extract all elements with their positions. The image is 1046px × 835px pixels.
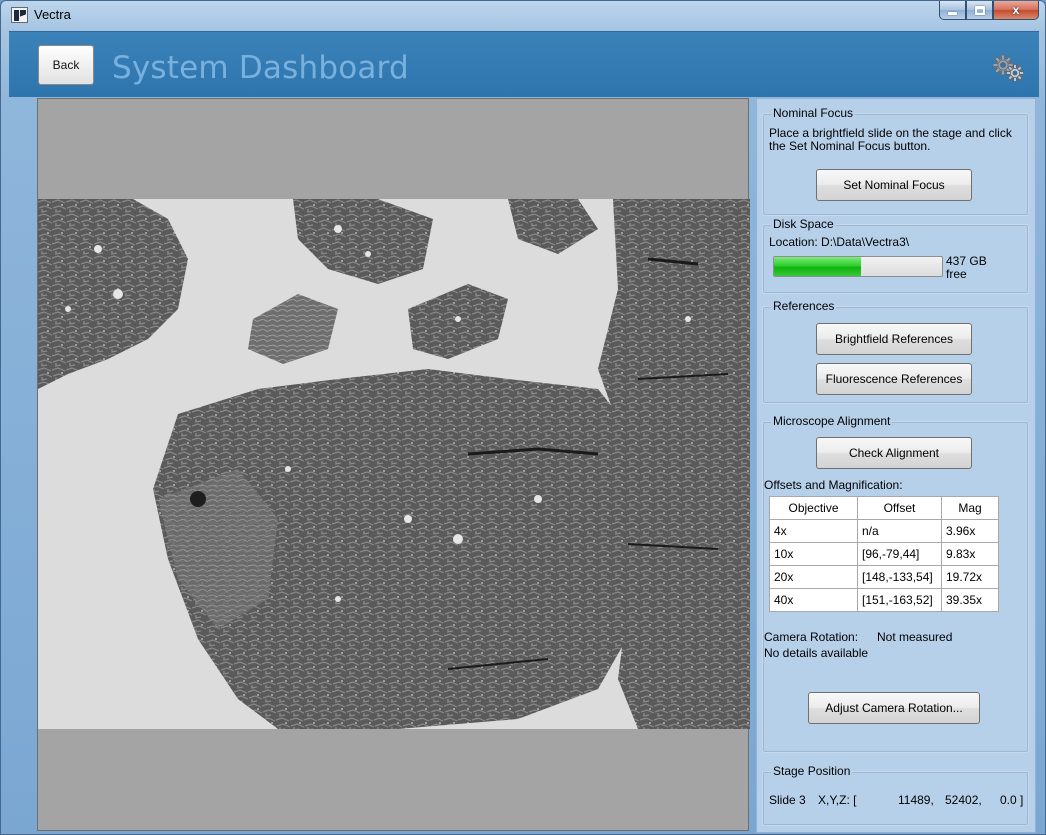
control-panel: Nominal Focus Place a brightfield slide … [756,98,1036,833]
minimize-button[interactable] [939,1,966,20]
nominal-focus-legend: Nominal Focus [771,106,856,120]
table-row[interactable]: 40x [151,-163,52] 39.35x [769,588,999,612]
maximize-button[interactable] [966,1,993,20]
disk-usage-bar [773,256,943,277]
brightfield-references-button[interactable]: Brightfield References [816,323,972,355]
image-viewer[interactable] [37,98,750,831]
stage-position-group: Stage Position Slide 3 X,Y,Z: [ 11489, 5… [762,764,1029,826]
stage-slide: Slide 3 [769,793,806,807]
close-icon: x [1012,3,1020,17]
microscope-alignment-legend: Microscope Alignment [771,414,893,428]
camera-rotation-details: No details available [764,646,869,660]
stage-y: 52402, [945,793,982,807]
app-header: Back System Dashboard [9,31,1039,97]
mag-cell: 39.35x [941,588,999,612]
stage-xyz-label: X,Y,Z: [ [818,793,857,807]
mag-cell: 19.72x [941,565,999,589]
nominal-focus-instruction: Place a brightfield slide on the stage a… [769,126,1012,153]
table-row[interactable]: 4x n/a 3.96x [769,519,999,543]
title-bar[interactable]: Vectra x [1,1,1045,29]
stage-position-legend: Stage Position [771,764,853,778]
gears-icon[interactable] [991,54,1025,82]
app-window: Vectra x Back System Dashboard Nominal F… [0,0,1046,835]
offsets-table: Objective Offset Mag 4x n/a 3.96x 10x [9… [769,496,999,612]
window-title: Vectra [34,7,71,22]
col-mag: Mag [941,496,999,520]
close-button[interactable]: x [993,1,1039,20]
disk-space-legend: Disk Space [771,217,836,231]
page-title: System Dashboard [112,50,409,86]
mag-cell: 9.83x [941,542,999,566]
minimize-icon [948,11,957,15]
offsets-header-row: Objective Offset Mag [769,496,999,520]
offsets-heading: Offsets and Magnification: [764,478,903,492]
fluorescence-references-button[interactable]: Fluorescence References [816,363,972,395]
objective-cell: 10x [769,542,858,566]
disk-free-label: free [946,267,967,281]
disk-space-group: Disk Space Location: D:\Data\Vectra3\ 43… [762,217,1029,294]
offset-cell: [151,-163,52] [857,588,942,612]
back-button[interactable]: Back [38,45,94,85]
offset-cell: [148,-133,54] [857,565,942,589]
references-group: References Brightfield References Fluore… [762,299,1029,404]
check-alignment-button[interactable]: Check Alignment [816,437,972,469]
col-offset: Offset [857,496,942,520]
nominal-focus-group: Nominal Focus Place a brightfield slide … [762,106,1029,216]
objective-cell: 4x [769,519,858,543]
table-row[interactable]: 10x [96,-79,44] 9.83x [769,542,999,566]
stage-z: 0.0 ] [1000,793,1024,807]
disk-usage-fill [774,257,862,276]
col-objective: Objective [769,496,858,520]
mag-cell: 3.96x [941,519,999,543]
vectra-app-icon [11,7,28,23]
maximize-icon [974,5,985,15]
objective-cell: 20x [769,565,858,589]
camera-rotation-value: Not measured [877,630,953,644]
table-row[interactable]: 20x [148,-133,54] 19.72x [769,565,999,589]
set-nominal-focus-button[interactable]: Set Nominal Focus [816,169,972,201]
tissue-micrograph-image [38,199,750,729]
microscope-alignment-group: Microscope Alignment Check Alignment Off… [762,414,1029,753]
adjust-camera-rotation-button[interactable]: Adjust Camera Rotation... [808,692,980,724]
objective-cell: 40x [769,588,858,612]
stage-x: 11489, [898,793,934,807]
offset-cell: [96,-79,44] [857,542,942,566]
camera-rotation-label: Camera Rotation: [764,630,859,644]
disk-location: Location: D:\Data\Vectra3\ [769,235,910,249]
offset-cell: n/a [857,519,942,543]
references-legend: References [771,299,837,313]
window-controls: x [939,1,1039,21]
